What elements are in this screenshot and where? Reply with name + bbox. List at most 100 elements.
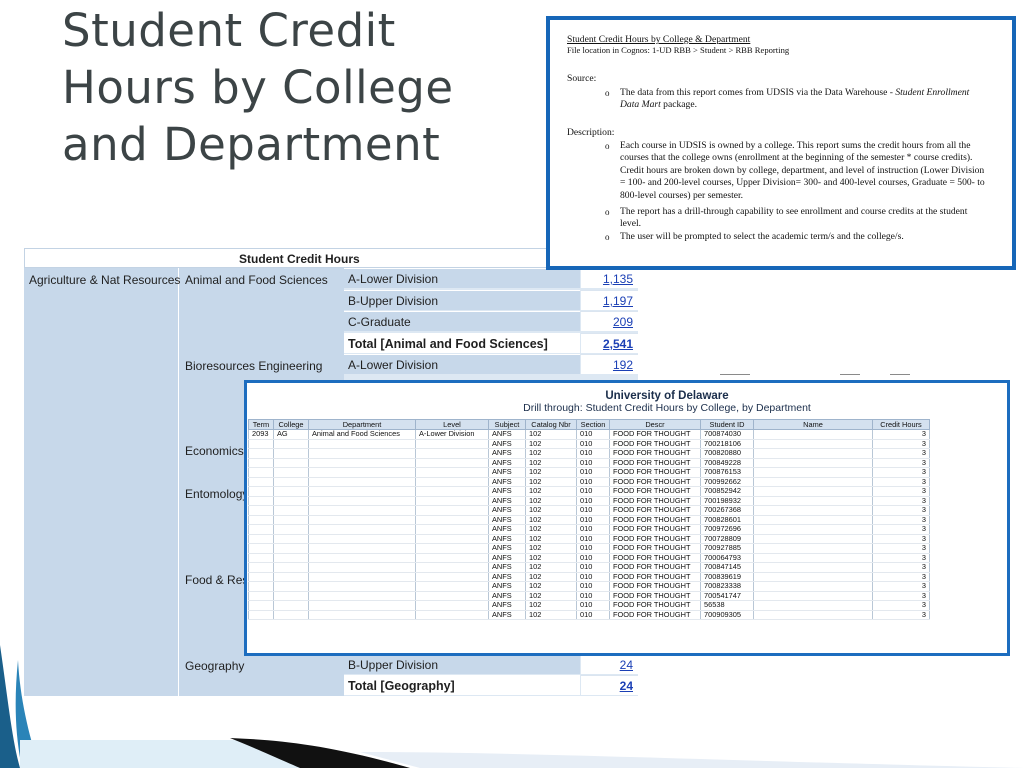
report-header-label: Student Credit Hours — [239, 252, 360, 266]
student-id-cell: 700874030 — [700, 429, 754, 440]
level-cell — [415, 467, 489, 478]
credit-hours-cell: 3 — [872, 524, 930, 535]
name-cell — [753, 572, 873, 582]
term-cell — [248, 486, 274, 497]
department-entomology: Entomology — [185, 487, 249, 501]
level-cell — [415, 600, 489, 611]
level-cell — [415, 439, 489, 449]
source-text-c: package. — [660, 99, 698, 111]
column-header[interactable]: Section — [576, 419, 610, 430]
column-header[interactable]: Student ID — [700, 419, 754, 430]
drill-link[interactable]: 2,541 — [603, 337, 633, 351]
catalog-cell: 102 — [525, 429, 577, 440]
level-cell — [415, 496, 489, 506]
department-cell — [308, 496, 416, 506]
subject-cell: ANFS — [488, 486, 526, 497]
term-cell — [248, 467, 274, 478]
drill-link[interactable]: 24 — [620, 658, 633, 672]
level-cell — [415, 591, 489, 601]
student-id-cell: 700820880 — [700, 448, 754, 459]
student-id-cell: 700823338 — [700, 581, 754, 592]
level-cell — [415, 610, 489, 620]
term-cell — [248, 600, 274, 611]
credit-hours-cell: 3 — [872, 600, 930, 611]
total-label: Total [Geography] — [348, 679, 455, 693]
name-cell — [753, 610, 873, 620]
department-cell — [308, 515, 416, 525]
bullet-icon: o — [605, 88, 610, 98]
level-label: A-Lower Division — [348, 272, 439, 286]
column-header[interactable]: Term — [248, 419, 274, 430]
column-header[interactable]: Credit Hours — [872, 419, 930, 430]
term-cell — [248, 572, 274, 582]
department-economics: Economics — [185, 444, 244, 458]
column-header[interactable]: Catalog Nbr — [525, 419, 577, 430]
name-cell — [753, 600, 873, 611]
college-cell — [273, 477, 309, 487]
name-cell — [753, 534, 873, 544]
drill-link[interactable]: 24 — [620, 679, 633, 693]
subject-cell: ANFS — [488, 543, 526, 554]
descr-cell: FOOD FOR THOUGHT — [609, 600, 701, 611]
source-text-a: The data from this report comes from UDS… — [620, 87, 896, 98]
college-cell: AG — [273, 429, 309, 440]
value-cell: 1,135 — [581, 268, 638, 288]
subject-cell: ANFS — [488, 610, 526, 620]
department-cell — [308, 581, 416, 592]
table-header-row: Term College Department Level Subject Ca… — [248, 419, 930, 430]
student-id-cell: 700909305 — [700, 610, 754, 620]
level-label: B-Upper Division — [348, 658, 439, 672]
department-cell — [308, 439, 416, 449]
term-cell — [248, 543, 274, 554]
drill-link[interactable]: 1,197 — [603, 294, 633, 308]
catalog-cell: 102 — [525, 524, 577, 535]
name-cell — [753, 581, 873, 592]
college-name: Agriculture & Nat Resources — [29, 273, 181, 287]
department-cell — [308, 591, 416, 601]
college-cell — [273, 458, 309, 468]
name-cell — [753, 496, 873, 506]
department-bioresources-engineering: Bioresources Engineering — [185, 359, 323, 373]
name-cell — [753, 515, 873, 525]
term-cell — [248, 505, 274, 516]
department-cell — [308, 486, 416, 497]
drill-link[interactable]: 209 — [613, 315, 633, 329]
column-header[interactable]: Descr — [609, 419, 701, 430]
table-row: ANFS 102 010 FOOD FOR THOUGHT 56538 3 — [248, 600, 930, 611]
credit-hours-cell: 3 — [872, 458, 930, 468]
college-cell — [273, 543, 309, 554]
name-cell — [753, 467, 873, 478]
department-cell — [308, 534, 416, 544]
college-cell — [273, 515, 309, 525]
description-item: The user will be prompted to select the … — [620, 231, 904, 242]
student-id-cell: 56538 — [700, 600, 754, 611]
section-cell: 010 — [576, 524, 610, 535]
value-cell: 24 — [581, 654, 638, 674]
level-cell — [415, 458, 489, 468]
college-cell — [273, 610, 309, 620]
drill-link[interactable]: 192 — [613, 358, 633, 372]
department-cell — [308, 524, 416, 535]
name-cell — [753, 591, 873, 601]
credit-hours-cell: 3 — [872, 486, 930, 497]
level-cell — [415, 515, 489, 525]
column-header[interactable]: College — [273, 419, 309, 430]
column-header[interactable]: Subject — [488, 419, 526, 430]
student-id-cell: 700847145 — [700, 562, 754, 573]
level-cell — [415, 553, 489, 563]
student-id-cell: 700927885 — [700, 543, 754, 554]
column-header[interactable]: Level — [415, 419, 489, 430]
college-cell — [273, 486, 309, 497]
department-cell: Animal and Food Sciences — [308, 429, 416, 440]
column-header[interactable]: Department — [308, 419, 416, 430]
drill-link[interactable]: 1,135 — [603, 272, 633, 286]
department-cell — [308, 572, 416, 582]
level-cell — [415, 572, 489, 582]
column-header[interactable]: Name — [753, 419, 873, 430]
report-description-box: Student Credit Hours by College & Depart… — [546, 16, 1016, 270]
table-row: ANFS 102 010 FOOD FOR THOUGHT 700820880 3 — [248, 448, 930, 459]
value-cell: 209 — [581, 311, 638, 331]
subject-cell: ANFS — [488, 524, 526, 535]
section-cell: 010 — [576, 505, 610, 516]
descr-cell: FOOD FOR THOUGHT — [609, 543, 701, 554]
